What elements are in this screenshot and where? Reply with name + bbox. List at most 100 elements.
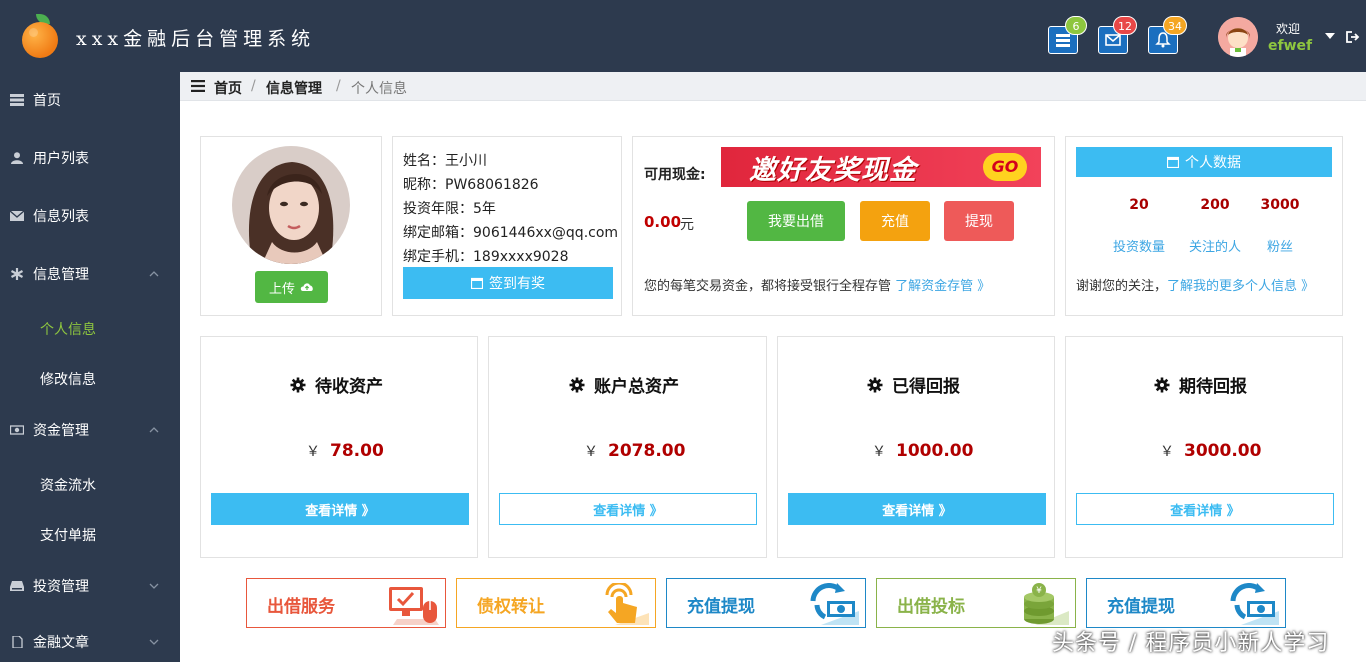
sidebar-item-label: 资金管理 <box>33 423 89 439</box>
personal-data-header: 个人数据 <box>1076 147 1332 177</box>
sidebar-subitem-fund-flow[interactable]: 资金流水 <box>40 475 96 495</box>
money-icon <box>10 425 24 435</box>
user-menu-caret-icon[interactable] <box>1325 33 1335 39</box>
chevron-up-icon <box>149 271 159 277</box>
thanks-note: 谢谢您的关注，了解我的更多个人信息 》 <box>1076 275 1314 294</box>
profile-name: 姓名：王小川 <box>403 153 487 169</box>
withdraw-button[interactable]: 提现 <box>944 201 1014 241</box>
breadcrumb: 首页 / 信息管理 / 个人信息 <box>180 72 1366 101</box>
orange-logo-icon[interactable] <box>20 14 60 60</box>
gear-icon <box>867 377 883 392</box>
view-details-button[interactable]: 查看详情 》 <box>1076 493 1334 525</box>
breadcrumb-section[interactable]: 信息管理 <box>266 78 322 98</box>
mail-count-badge: 12 <box>1113 16 1137 35</box>
gear-icon <box>569 377 585 392</box>
breadcrumb-separator: / <box>251 78 256 94</box>
watermark: 头条号 / 程序员小新人学习 <box>1052 631 1330 656</box>
breadcrumb-home[interactable]: 首页 <box>214 78 242 98</box>
mail-button[interactable]: 12 <box>1098 16 1137 54</box>
recharge-button[interactable]: 充值 <box>860 201 930 241</box>
welcome-text: 欢迎 <box>1276 22 1301 36</box>
sidebar-item-label: 信息列表 <box>33 209 89 225</box>
service-recharge-withdraw-tile[interactable]: 充值提现 <box>666 578 866 628</box>
available-cash-amount: 0.00 <box>644 213 682 231</box>
profile-invest-years: 投资年限：5年 <box>403 201 496 217</box>
banner-go: GO <box>983 153 1027 181</box>
user-avatar[interactable] <box>1218 17 1258 57</box>
custody-note-text: 您的每笔交易资金，都将接受银行全程存管 <box>644 279 892 294</box>
notification-button[interactable]: 34 <box>1148 16 1187 54</box>
asset-value: 2078.00 <box>608 441 686 461</box>
service-bidding-tile[interactable]: 出借投标 ¥ <box>876 578 1076 628</box>
sidebar-item-finance-articles[interactable]: 金融文章 <box>0 627 180 657</box>
sidebar-item-user-list[interactable]: 用户列表 <box>0 143 180 173</box>
more-personal-info-link[interactable]: 了解我的更多个人信息 》 <box>1167 279 1314 294</box>
list-icon <box>10 94 24 106</box>
invite-friends-banner[interactable]: 邀好友奖现金 GO <box>721 147 1041 187</box>
calendar-icon <box>471 277 483 289</box>
asset-title: 账户总资产 <box>569 372 679 397</box>
stat-fans-count: 3000 <box>1260 197 1300 213</box>
chevron-down-icon <box>149 583 159 589</box>
service-label: 债权转让 <box>477 597 545 617</box>
lend-button[interactable]: 我要出借 <box>747 201 845 241</box>
asset-value: 1000.00 <box>896 441 974 461</box>
service-label: 出借投标 <box>897 597 965 617</box>
sidebar-item-info-management[interactable]: 信息管理 <box>0 259 180 289</box>
sidebar-item-home[interactable]: 首页 <box>0 85 180 115</box>
service-lending-tile[interactable]: 出借服务 <box>246 578 446 628</box>
task-list-button[interactable]: 6 <box>1048 16 1087 54</box>
view-details-button[interactable]: 查看详情 》 <box>211 493 469 525</box>
custody-note: 您的每笔交易资金，都将接受银行全程存管 了解资金存管 》 <box>644 275 990 294</box>
profile-phone: 绑定手机：189xxxx9028 <box>403 249 569 265</box>
asset-title-text: 已得回报 <box>892 377 960 397</box>
calendar-icon <box>1167 156 1179 168</box>
asset-amount: ￥ 2078.00 <box>584 441 685 461</box>
sidebar-item-label: 用户列表 <box>33 151 89 167</box>
asset-title: 待收资产 <box>290 372 383 397</box>
signin-reward-label: 签到有奖 <box>489 276 545 292</box>
notification-count-badge: 34 <box>1163 16 1187 35</box>
sidebar-subitem-edit-info[interactable]: 修改信息 <box>40 369 96 389</box>
yen-sign: ￥ <box>872 444 886 460</box>
coin-stack-icon: ¥ <box>1024 583 1069 625</box>
custody-info-link[interactable]: 了解资金存管 》 <box>895 279 990 294</box>
view-details-button[interactable]: 查看详情 》 <box>788 493 1046 525</box>
asset-amount: ￥ 78.00 <box>306 441 384 461</box>
computer-mouse-icon <box>389 587 439 625</box>
cloud-upload-icon <box>300 283 313 291</box>
view-details-button[interactable]: 查看详情 》 <box>499 493 757 525</box>
logout-icon[interactable] <box>1346 30 1360 44</box>
yen-sign: ￥ <box>1160 444 1174 460</box>
asset-title: 期待回报 <box>1154 372 1247 397</box>
menu-toggle-icon[interactable] <box>191 80 205 92</box>
sidebar-item-info-list[interactable]: 信息列表 <box>0 201 180 231</box>
yen-sign: ￥ <box>584 444 598 460</box>
thanks-text: 谢谢您的关注， <box>1076 279 1168 294</box>
envelope-icon <box>10 210 24 221</box>
upload-label: 上传 <box>268 281 295 297</box>
signin-reward-button[interactable]: 签到有奖 <box>403 267 613 299</box>
stat-investment-label[interactable]: 投资数量 <box>1099 236 1179 255</box>
top-header: xxx金融后台管理系统 6 12 34 欢迎 efwef <box>0 0 1366 72</box>
sidebar-item-label: 投资管理 <box>33 579 89 595</box>
sidebar-subitem-payment-receipt[interactable]: 支付单据 <box>40 525 96 545</box>
sidebar-item-fund-management[interactable]: 资金管理 <box>0 415 180 445</box>
brand-title: xxx金融后台管理系统 <box>76 28 316 50</box>
stat-fans-label[interactable]: 粉丝 <box>1240 236 1320 255</box>
sidebar-item-label: 金融文章 <box>33 635 89 651</box>
money-exchange-icon <box>1230 583 1279 625</box>
sidebar-subitem-personal-info[interactable]: 个人信息 <box>40 319 96 339</box>
breadcrumb-current: 个人信息 <box>351 81 407 97</box>
hand-tap-icon <box>605 583 649 625</box>
sidebar-item-investment-management[interactable]: 投资管理 <box>0 571 180 601</box>
svg-text:¥: ¥ <box>1036 586 1042 596</box>
sidebar-item-label: 首页 <box>33 93 61 109</box>
service-recharge-withdraw-tile-2[interactable]: 充值提现 <box>1086 578 1286 628</box>
service-debt-transfer-tile[interactable]: 债权转让 <box>456 578 656 628</box>
username[interactable]: efwef <box>1268 38 1312 54</box>
asset-title-text: 账户总资产 <box>594 377 679 397</box>
personal-data-title: 个人数据 <box>1185 155 1241 171</box>
upload-button[interactable]: 上传 <box>255 271 328 303</box>
asset-title-text: 期待回报 <box>1179 377 1247 397</box>
